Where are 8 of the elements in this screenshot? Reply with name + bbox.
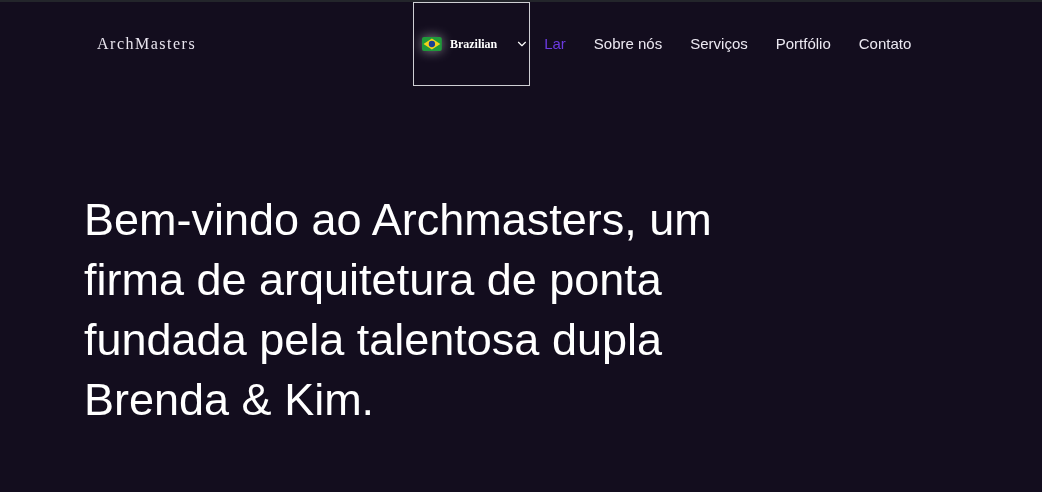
brand-logo[interactable]: ArchMasters xyxy=(97,32,197,56)
hero-heading: Bem-vindo ao Archmasters, um firma de arquitetura de ponta fundada pela talentosa dupla Brenda & Kim. xyxy=(84,193,713,427)
nav-link[interactable]: Contato xyxy=(858,32,912,56)
nav-link[interactable]: Sobre nós xyxy=(593,32,663,56)
nav-link[interactable]: Portfólio xyxy=(775,32,831,56)
language-select[interactable]: Brazilian xyxy=(413,2,531,86)
nav-link[interactable]: Serviços xyxy=(690,32,748,56)
flag-icon xyxy=(422,37,442,51)
